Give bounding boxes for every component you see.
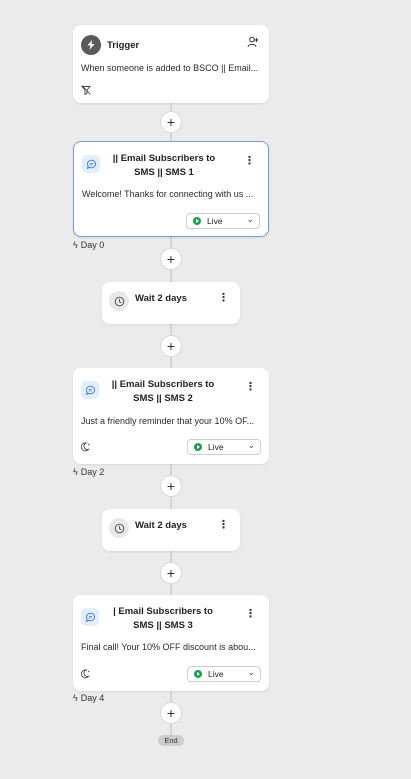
more-options-icon[interactable]: ⋮	[218, 519, 229, 531]
add-step-button[interactable]: +	[161, 476, 181, 496]
wait-2-label: Wait 2 days	[135, 520, 187, 531]
live-status-icon	[194, 443, 202, 451]
live-status-icon	[194, 670, 202, 678]
sms-1-title: || Email Subscribers to SMS || SMS 1	[112, 153, 216, 178]
lightning-icon: ϟ	[73, 467, 78, 477]
add-step-button[interactable]: +	[161, 703, 181, 723]
add-step-button[interactable]: +	[161, 249, 181, 269]
sms-card-3[interactable]: | Email Subscribers to SMS || SMS 3 ⋮ Fi…	[73, 595, 269, 691]
sms-2-title: || Email Subscribers to SMS || SMS 2	[111, 379, 215, 404]
sms-1-message: Welcome! Thanks for connecting with us .…	[82, 189, 254, 199]
chevron-down-icon: ⌄	[247, 667, 255, 677]
clock-icon	[109, 291, 129, 311]
filter-off-icon[interactable]	[81, 85, 91, 98]
chat-bubble-icon	[82, 155, 100, 173]
day-label: ϟ Day 4	[73, 693, 105, 703]
lightning-icon: ϟ	[73, 240, 78, 250]
clock-icon	[109, 518, 129, 538]
chat-bubble-icon	[81, 381, 99, 399]
moon-icon[interactable]	[80, 442, 91, 455]
add-step-button[interactable]: +	[161, 563, 181, 583]
day-label: ϟ Day 2	[73, 467, 105, 477]
chevron-down-icon: ⌄	[246, 214, 254, 224]
status-select[interactable]: Live ⌄	[187, 666, 261, 682]
chat-bubble-icon	[81, 608, 99, 626]
add-step-button[interactable]: +	[161, 112, 181, 132]
wait-1-label: Wait 2 days	[135, 293, 187, 304]
add-step-button[interactable]: +	[161, 336, 181, 356]
wait-card-2[interactable]: Wait 2 days ⋮	[102, 509, 240, 551]
status-select[interactable]: Live ⌄	[187, 439, 261, 455]
more-options-icon[interactable]: ⋮	[244, 155, 255, 167]
sms-2-message: Just a friendly reminder that your 10% O…	[81, 416, 255, 426]
more-options-icon[interactable]: ⋮	[218, 292, 229, 304]
sms-3-message: Final call! Your 10% OFF discount is abo…	[81, 642, 256, 652]
end-badge: End	[158, 735, 184, 746]
lightning-icon	[81, 35, 101, 55]
trigger-description: When someone is added to BSCO || Email..…	[81, 63, 259, 73]
sms-card-2[interactable]: || Email Subscribers to SMS || SMS 2 ⋮ J…	[73, 368, 269, 464]
live-status-icon	[193, 217, 201, 225]
day-label: ϟ Day 0	[73, 240, 105, 250]
status-select[interactable]: Live ⌄	[186, 213, 260, 229]
more-options-icon[interactable]: ⋮	[245, 608, 256, 620]
lightning-icon: ϟ	[73, 693, 78, 703]
wait-card-1[interactable]: Wait 2 days ⋮	[102, 282, 240, 324]
person-plus-icon[interactable]	[247, 35, 259, 53]
chevron-down-icon: ⌄	[247, 440, 255, 450]
more-options-icon[interactable]: ⋮	[245, 381, 256, 393]
trigger-card[interactable]: Trigger When someone is added to BSCO ||…	[73, 25, 269, 103]
moon-icon[interactable]	[80, 669, 91, 682]
sms-3-title: | Email Subscribers to SMS || SMS 3	[113, 606, 213, 631]
sms-card-1[interactable]: || Email Subscribers to SMS || SMS 1 ⋮ W…	[73, 141, 269, 237]
trigger-title: Trigger	[107, 40, 140, 51]
